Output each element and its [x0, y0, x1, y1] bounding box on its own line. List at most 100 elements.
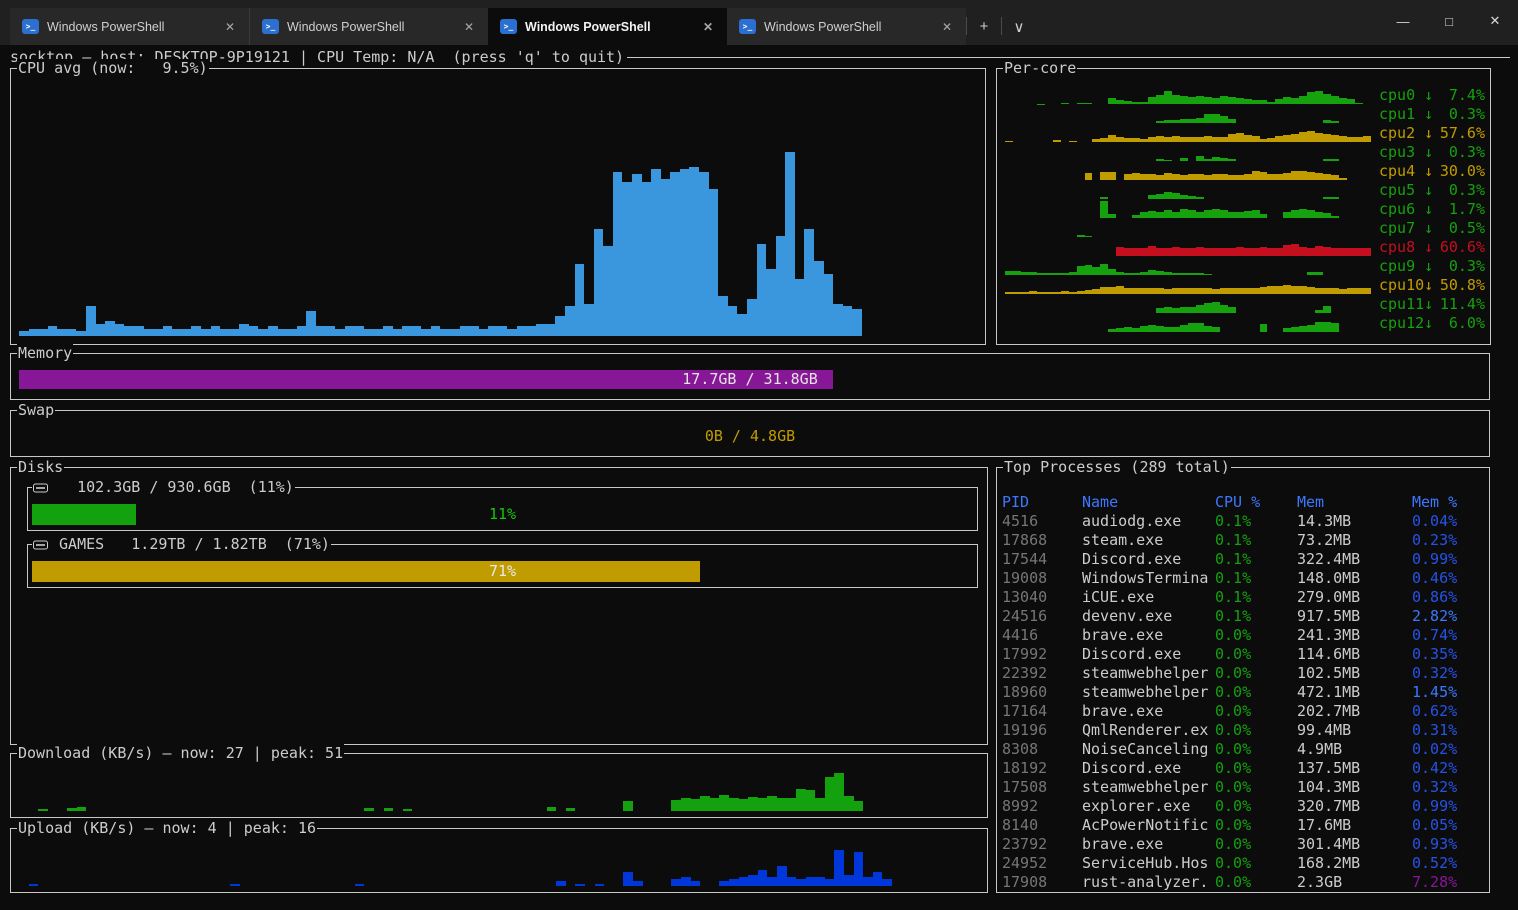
tab-0[interactable]: >_Windows PowerShell✕ — [10, 8, 249, 45]
chart-bar — [144, 329, 154, 336]
chart-bar — [258, 329, 268, 336]
chart-bar — [1260, 324, 1268, 332]
chart-bar — [1275, 99, 1283, 104]
chart-bar — [1331, 135, 1339, 142]
chart-bar — [873, 872, 883, 886]
tab-3[interactable]: >_Windows PowerShell✕ — [727, 8, 966, 45]
chart-bar — [1363, 248, 1371, 256]
header-rule — [627, 57, 1510, 58]
chart-bar — [1124, 174, 1132, 180]
chart-bar — [1172, 174, 1180, 180]
chart-bar — [1037, 273, 1045, 275]
new-tab-button[interactable]: + — [967, 8, 1001, 45]
core-sparkline — [1005, 200, 1371, 218]
chart-bar — [1315, 322, 1323, 332]
core-row-cpu2: cpu2 ↓57.6% — [1005, 124, 1485, 143]
core-pct: 57.6% — [1440, 124, 1485, 143]
chart-bar — [1323, 134, 1331, 142]
chart-bar — [1148, 174, 1156, 180]
proc-pid: 17508 — [1002, 778, 1082, 797]
chart-bar — [1164, 210, 1172, 218]
chart-bar — [1156, 271, 1164, 275]
chart-bar — [498, 326, 508, 336]
proc-name: WindowsTermina — [1082, 569, 1215, 588]
core-sparkline — [1005, 219, 1371, 237]
chart-bar — [1339, 178, 1347, 180]
proc-cpu-pct: 0.0% — [1215, 740, 1297, 759]
chart-bar — [48, 326, 58, 336]
minimize-button[interactable]: — — [1380, 0, 1426, 42]
proc-cpu-pct: 0.0% — [1215, 835, 1297, 854]
tab-title: Windows PowerShell — [47, 20, 221, 34]
tab-2[interactable]: >_Windows PowerShell✕ — [488, 8, 727, 45]
chart-bar — [1045, 292, 1053, 294]
chart-bar — [1061, 291, 1069, 294]
chart-bar — [1180, 195, 1188, 199]
chart-bar — [1212, 98, 1220, 104]
chart-bar — [1299, 209, 1307, 218]
tab-close-icon[interactable]: ✕ — [460, 18, 478, 36]
chart-bar — [1172, 95, 1180, 104]
chart-bar — [527, 326, 537, 336]
chart-bar — [1108, 172, 1116, 180]
chart-bar — [1172, 120, 1180, 123]
chart-bar — [1315, 272, 1323, 275]
chart-bar — [67, 329, 77, 336]
proc-column-header: PID — [1002, 493, 1082, 512]
chart-bar — [1355, 248, 1363, 256]
core-pct: 50.8% — [1440, 276, 1485, 295]
process-row: 17508steamwebhelper0.0%104.3MB0.32% — [1002, 778, 1485, 797]
chart-bar — [115, 324, 125, 336]
chart-bar — [1212, 174, 1220, 180]
chart-bar — [1108, 98, 1116, 104]
tab-close-icon[interactable]: ✕ — [938, 18, 956, 36]
upload-title: Upload (KB/s) — now: 4 | peak: 16 — [17, 819, 317, 838]
chart-bar — [767, 877, 777, 886]
chart-bar — [230, 329, 240, 336]
proc-name: brave.exe — [1082, 702, 1215, 721]
chart-bar — [507, 329, 517, 336]
swap-gauge: 0B / 4.8GB — [19, 427, 1481, 446]
per-core-panel: Per-core cpu0 ↓7.4%cpu1 ↓0.3%cpu2 ↓57.6%… — [996, 68, 1491, 345]
chart-bar — [1275, 136, 1283, 142]
tab-close-icon[interactable]: ✕ — [699, 18, 717, 36]
chart-bar — [834, 850, 844, 886]
chart-bar — [806, 790, 816, 811]
drive-0: 102.3GB / 930.6GB (11%)11% — [27, 487, 978, 531]
process-row: 18960steamwebhelper0.0%472.1MB1.45% — [1002, 683, 1485, 702]
chart-bar — [1196, 273, 1204, 275]
chart-bar — [1252, 100, 1260, 105]
maximize-button[interactable]: □ — [1426, 0, 1472, 42]
chart-bar — [1013, 271, 1021, 275]
chart-bar — [1108, 269, 1116, 275]
close-button[interactable]: ✕ — [1472, 0, 1518, 42]
process-row: 24952ServiceHub.Hos0.0%168.2MB0.52% — [1002, 854, 1485, 873]
chart-bar — [1291, 171, 1299, 180]
chart-bar — [1204, 97, 1212, 104]
chart-bar — [364, 808, 374, 811]
proc-mem: 202.7MB — [1297, 702, 1412, 721]
chart-bar — [1108, 135, 1116, 142]
chart-bar — [1100, 201, 1108, 218]
chart-bar — [1204, 175, 1212, 180]
chart-bar — [1188, 210, 1196, 218]
chart-bar — [1156, 212, 1164, 218]
chart-bar — [1204, 159, 1212, 161]
chart-bar — [1323, 120, 1331, 123]
chart-bar — [1180, 248, 1188, 256]
chart-bar — [105, 321, 115, 336]
chart-bar — [546, 324, 556, 336]
chart-bar — [76, 331, 86, 336]
chart-bar — [96, 324, 106, 336]
tab-close-icon[interactable]: ✕ — [221, 18, 239, 36]
chart-bar — [1172, 308, 1180, 313]
chart-bar — [1180, 158, 1188, 161]
chart-bar — [1236, 212, 1244, 218]
tab-1[interactable]: >_Windows PowerShell✕ — [249, 8, 488, 45]
chart-bar — [1363, 288, 1371, 294]
chart-bar — [1164, 289, 1172, 294]
proc-cpu-pct: 0.0% — [1215, 797, 1297, 816]
tab-dropdown-button[interactable]: ∨ — [1002, 8, 1036, 45]
chart-bar — [1212, 302, 1220, 313]
proc-mem-pct: 0.04% — [1412, 512, 1485, 531]
